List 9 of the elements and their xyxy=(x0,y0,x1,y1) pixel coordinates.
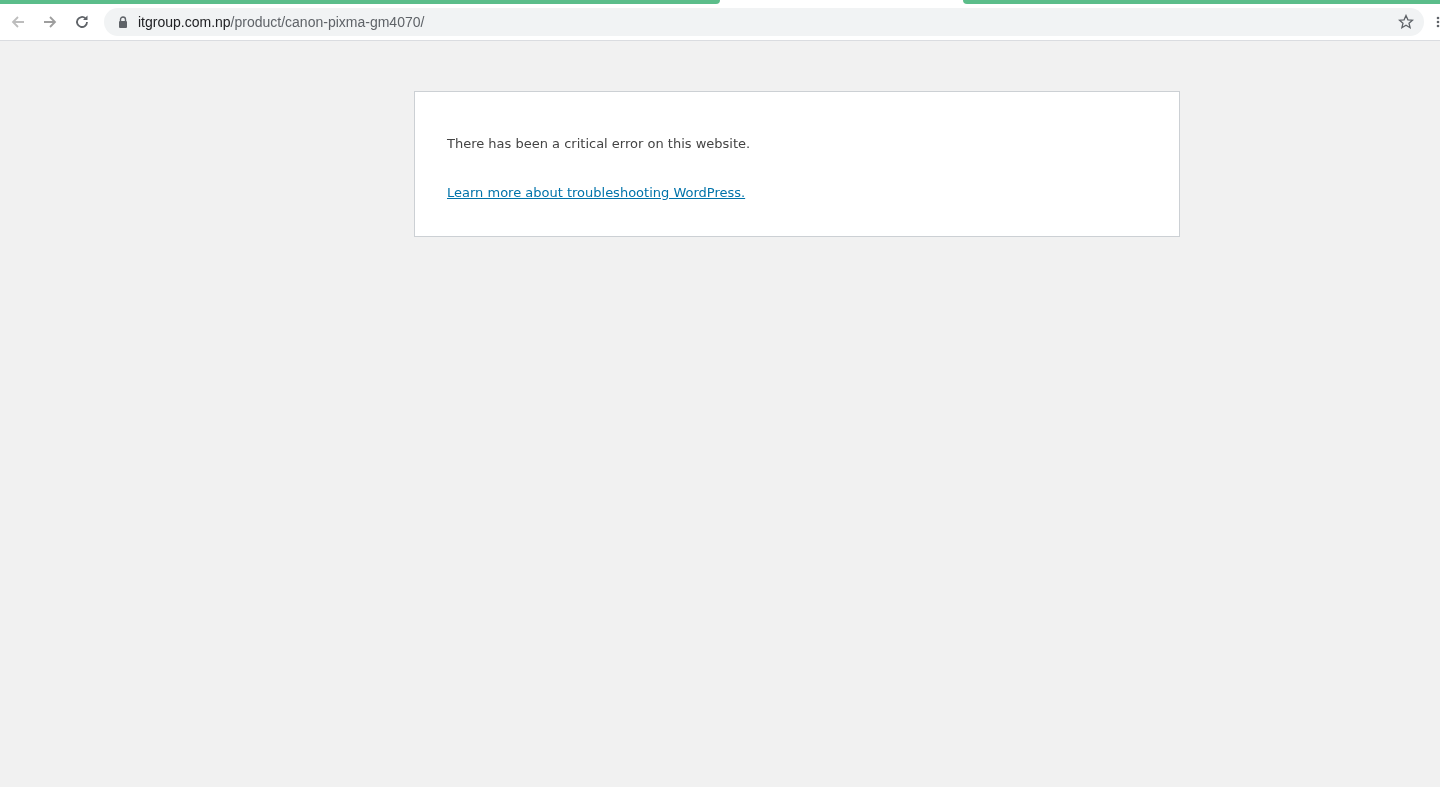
address-bar[interactable]: itgroup.com.np/product/canon-pixma-gm4070/ xyxy=(104,8,1424,36)
troubleshooting-link[interactable]: Learn more about troubleshooting WordPress. xyxy=(447,185,746,200)
url-text: itgroup.com.np/product/canon-pixma-gm4070/ xyxy=(138,14,425,30)
error-message: There has been a critical error on this website. xyxy=(447,136,752,151)
reload-icon[interactable] xyxy=(74,14,90,30)
bookmark-star-icon[interactable] xyxy=(1398,14,1414,30)
forward-icon[interactable] xyxy=(42,14,58,30)
lock-icon xyxy=(118,16,128,28)
menu-icon[interactable] xyxy=(1436,16,1440,28)
